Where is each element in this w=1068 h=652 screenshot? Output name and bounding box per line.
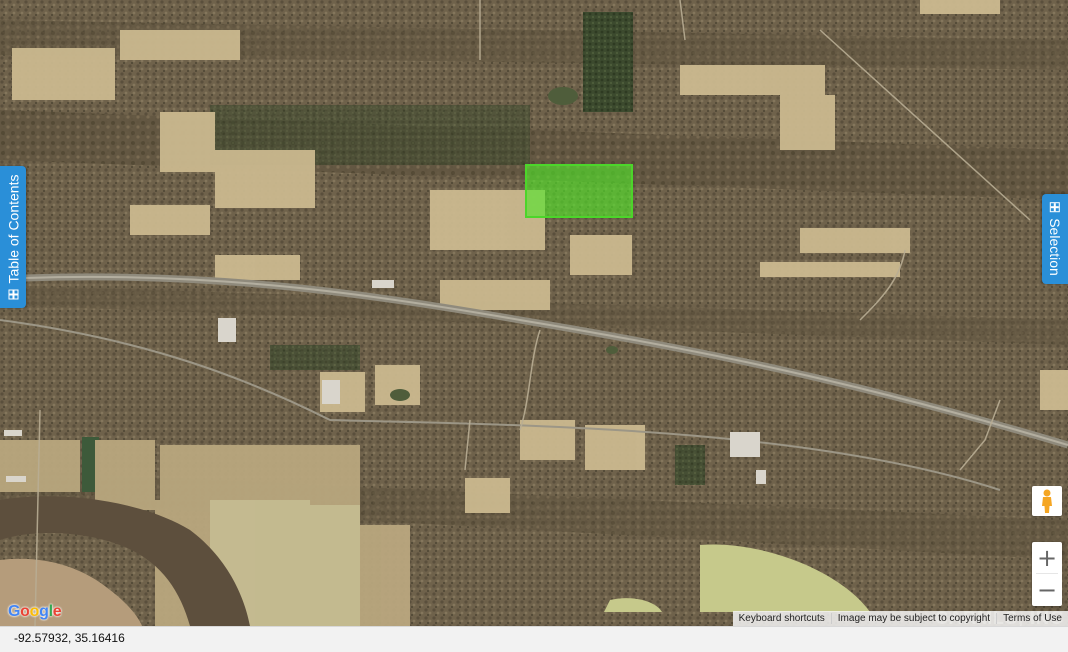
google-logo: Google xyxy=(8,603,62,620)
selected-parcel[interactable] xyxy=(525,164,633,218)
keyboard-shortcuts-link[interactable]: Keyboard shortcuts xyxy=(733,613,831,624)
table-icon xyxy=(8,289,18,300)
zoom-in-button[interactable]: + xyxy=(1032,542,1062,573)
map-viewer: Google + − CARMLS, INC Keyboard shortcut… xyxy=(0,0,1068,652)
selection-tab[interactable]: Selection xyxy=(1042,194,1068,284)
table-of-contents-label: Table of Contents xyxy=(5,174,21,284)
terms-of-use-link[interactable]: Terms of Use xyxy=(996,613,1068,624)
status-bar: -92.57932, 35.16416 xyxy=(0,626,1068,652)
zoom-controls: + − xyxy=(1032,542,1062,606)
street-view-button[interactable] xyxy=(1032,486,1062,516)
selection-label: Selection xyxy=(1047,218,1063,276)
satellite-imagery xyxy=(0,0,1068,626)
coordinate-readout: -92.57932, 35.16416 xyxy=(14,631,125,645)
map-attribution: Keyboard shortcuts Image may be subject … xyxy=(732,611,1068,626)
copyright-notice: Image may be subject to copyright xyxy=(830,613,996,624)
zoom-out-button[interactable]: − xyxy=(1032,574,1062,605)
table-icon xyxy=(1050,202,1060,213)
table-of-contents-tab[interactable]: Table of Contents xyxy=(0,166,26,308)
pegman-icon xyxy=(1042,489,1052,513)
satellite-map[interactable]: Google + − CARMLS, INC Keyboard shortcut… xyxy=(0,0,1068,626)
